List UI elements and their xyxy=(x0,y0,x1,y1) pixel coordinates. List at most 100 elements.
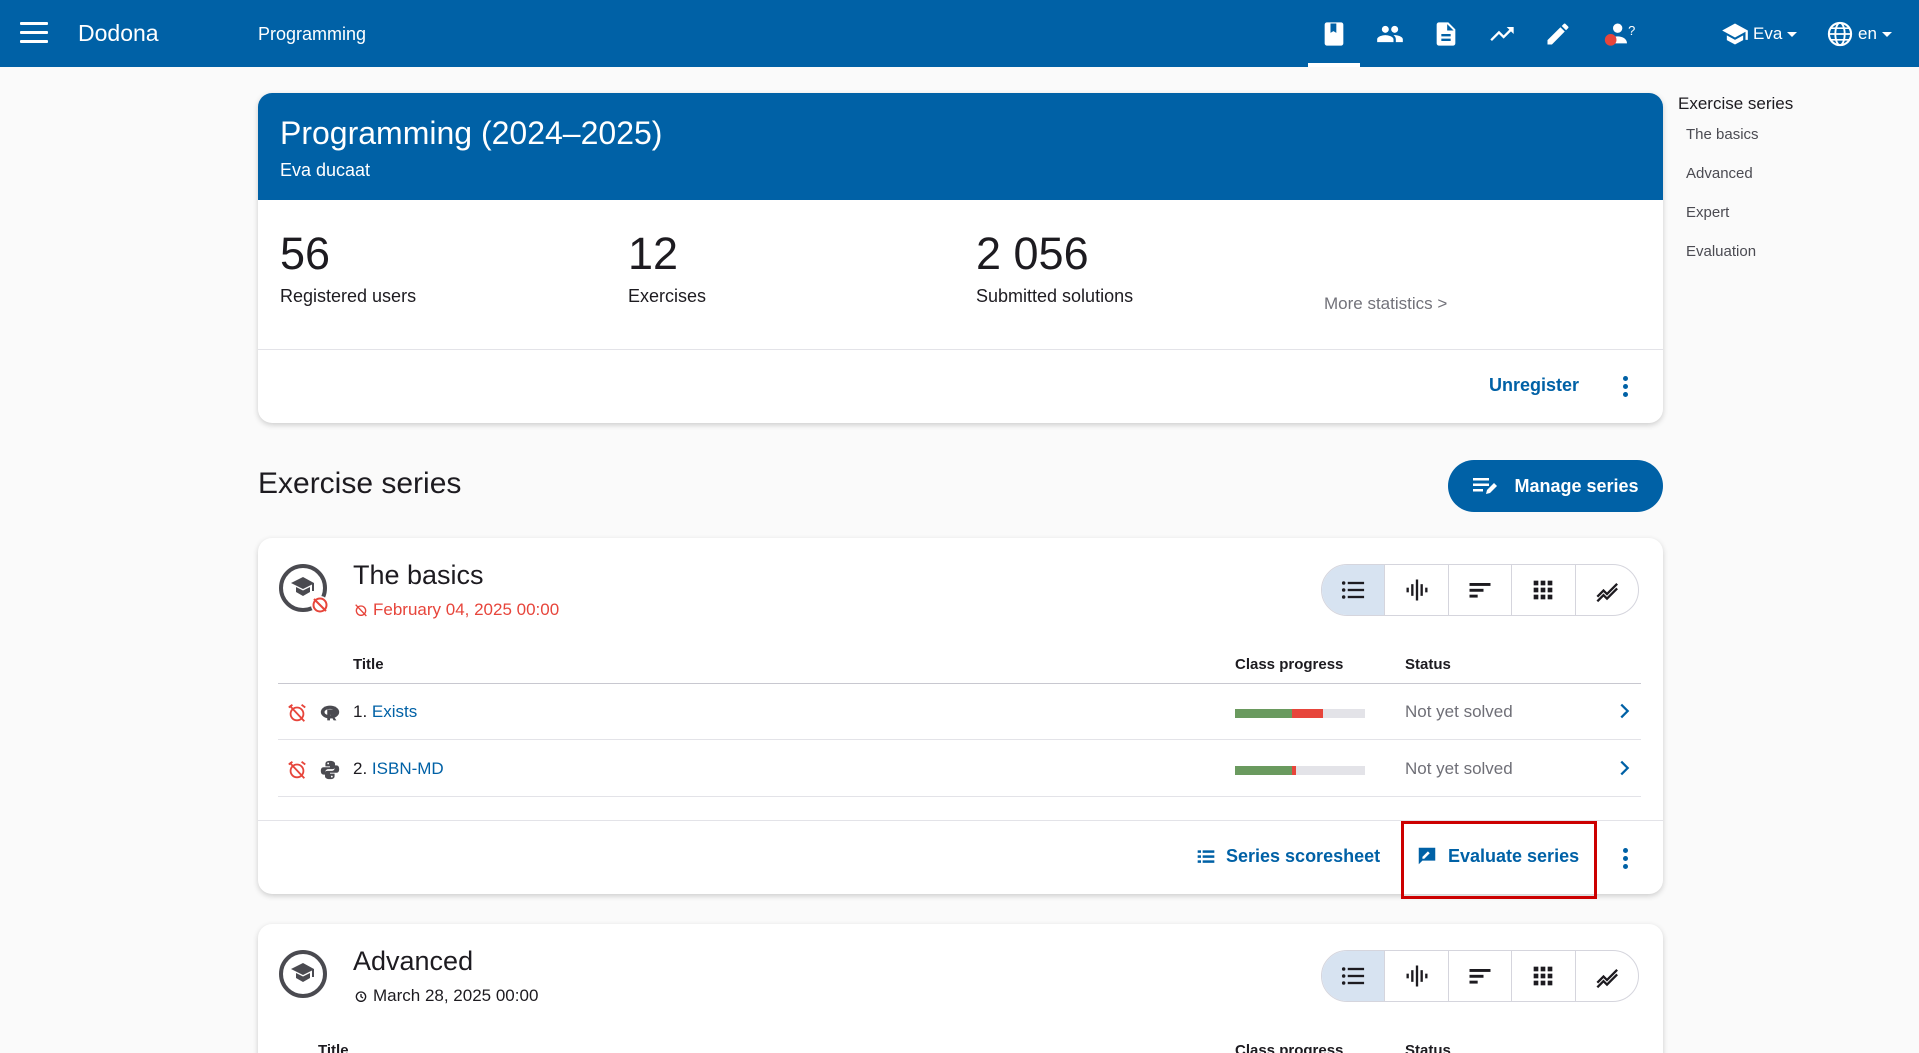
edit-list-icon xyxy=(1473,478,1498,494)
list-view-icon[interactable] xyxy=(1322,951,1386,1001)
series-deadline: February 04, 2025 00:00 xyxy=(353,600,559,620)
trending-up-icon[interactable] xyxy=(1486,18,1518,50)
exercise-title: 1. Exists xyxy=(353,702,417,722)
stat-value: 2 056 xyxy=(976,228,1089,279)
alarm-off-icon xyxy=(355,604,367,617)
series-toc: Exercise series The basics Advanced Expe… xyxy=(1678,94,1908,282)
course-stats: 56 Registered users 12 Exercises 2 056 S… xyxy=(258,200,1663,350)
document-icon[interactable] xyxy=(1430,18,1462,50)
course-book-icon[interactable] xyxy=(1318,18,1350,50)
col-progress-header: Class progress xyxy=(1235,656,1344,673)
user-menu[interactable]: Eva xyxy=(1721,20,1798,48)
python-icon xyxy=(320,760,340,780)
user-question-icon[interactable]: ? xyxy=(1598,18,1642,50)
unregister-button[interactable]: Unregister xyxy=(1489,375,1579,396)
grid-view-icon[interactable] xyxy=(1512,565,1576,615)
waveform-view-icon[interactable] xyxy=(1385,565,1449,615)
course-teacher: Eva ducaat xyxy=(280,160,371,180)
toc-item-the-basics[interactable]: The basics xyxy=(1686,126,1908,165)
caret-down-icon xyxy=(1787,31,1798,37)
table-row[interactable]: 1. Exists Not yet solved xyxy=(278,684,1641,740)
deadline-text: March 28, 2025 00:00 xyxy=(373,986,539,1005)
graduation-cap-icon xyxy=(1722,23,1748,45)
r-language-icon xyxy=(320,705,340,721)
series-deadline: March 28, 2025 00:00 xyxy=(353,986,538,1006)
alarm-icon xyxy=(355,991,367,1002)
sort-bars-icon[interactable] xyxy=(1449,565,1513,615)
stat-label: Registered users xyxy=(280,286,417,306)
series-title: The basics xyxy=(353,560,484,590)
progress-wrong xyxy=(1292,709,1324,718)
class-progress-bar xyxy=(1235,766,1365,775)
col-status-header: Status xyxy=(1405,1042,1451,1053)
evaluate-label: Evaluate series xyxy=(1448,845,1580,866)
col-status-header: Status xyxy=(1405,656,1451,673)
trend-view-icon[interactable] xyxy=(1576,565,1638,615)
chevron-right-icon[interactable] xyxy=(1613,698,1635,724)
stat-submitted-solutions: 2 056 Submitted solutions xyxy=(976,228,1133,307)
exercise-status: Not yet solved xyxy=(1405,702,1513,721)
series-footer: Series scoresheet Evaluate series xyxy=(258,820,1663,899)
users-icon[interactable] xyxy=(1374,18,1406,50)
progress-correct xyxy=(1235,766,1293,775)
toc-title: Exercise series xyxy=(1678,94,1794,113)
series-scoresheet-button[interactable]: Series scoresheet xyxy=(1196,846,1380,867)
language-menu[interactable]: en xyxy=(1826,20,1892,48)
stat-label: Exercises xyxy=(628,286,707,306)
chevron-right-icon[interactable] xyxy=(1613,755,1635,781)
sort-bars-icon[interactable] xyxy=(1449,951,1513,1001)
exercise-title: 2. ISBN-MD xyxy=(353,759,444,779)
more-statistics-link[interactable]: More statistics > xyxy=(1324,294,1447,314)
series-more-options-icon[interactable] xyxy=(1613,843,1637,873)
col-title-header: Title xyxy=(318,1042,349,1053)
list-icon xyxy=(1197,849,1215,863)
alarm-off-icon xyxy=(288,704,306,722)
hamburger-menu-icon[interactable] xyxy=(20,22,48,44)
series-card-advanced: Advanced March 28, 2025 00:00 Title Clas… xyxy=(258,924,1663,1053)
list-view-icon[interactable] xyxy=(1322,565,1386,615)
feedback-icon xyxy=(1418,847,1436,865)
series-graduation-icon xyxy=(279,564,329,614)
trend-view-icon[interactable] xyxy=(1576,951,1638,1001)
pencil-icon[interactable] xyxy=(1542,18,1574,50)
exercise-link[interactable]: ISBN-MD xyxy=(372,759,444,778)
stat-value: 12 xyxy=(628,228,679,279)
series-title: Advanced xyxy=(353,946,474,976)
manage-series-button[interactable]: Manage series xyxy=(1448,460,1663,512)
toc-item-evaluation[interactable]: Evaluation xyxy=(1686,243,1908,282)
stat-registered-users: 56 Registered users xyxy=(280,228,416,307)
course-card: Programming (2024–2025) Eva ducaat 56 Re… xyxy=(258,93,1663,423)
exercise-link[interactable]: Exists xyxy=(372,702,417,721)
scoresheet-label: Series scoresheet xyxy=(1226,846,1381,866)
brand-title[interactable]: Dodona xyxy=(78,20,159,47)
manage-series-label: Manage series xyxy=(1514,475,1639,496)
caret-down-icon xyxy=(1881,31,1892,37)
waveform-view-icon[interactable] xyxy=(1385,951,1449,1001)
stat-value: 56 xyxy=(280,228,331,279)
course-header: Programming (2024–2025) Eva ducaat xyxy=(258,93,1663,200)
alarm-off-icon xyxy=(288,761,306,779)
series-view-toggle xyxy=(1321,564,1639,616)
table-row[interactable]: 2. ISBN-MD Not yet solved xyxy=(278,741,1641,797)
deadline-text: February 04, 2025 00:00 xyxy=(373,600,560,619)
stat-exercises: 12 Exercises xyxy=(628,228,706,307)
course-more-options-icon[interactable] xyxy=(1613,371,1637,401)
series-view-toggle xyxy=(1321,950,1639,1002)
exercise-number: 2. xyxy=(353,759,368,778)
evaluate-series-button[interactable]: Evaluate series xyxy=(1416,845,1579,867)
language-code: en xyxy=(1858,24,1877,43)
col-title-header: Title xyxy=(353,656,384,673)
course-title: Programming (2024–2025) xyxy=(280,115,663,151)
grid-view-icon[interactable] xyxy=(1512,951,1576,1001)
active-nav-indicator xyxy=(1308,63,1360,67)
toc-item-advanced[interactable]: Advanced xyxy=(1686,165,1908,204)
breadcrumb[interactable]: Programming xyxy=(258,24,366,45)
section-title: Exercise series xyxy=(258,467,462,500)
progress-correct xyxy=(1235,709,1293,718)
col-progress-header: Class progress xyxy=(1235,1042,1344,1053)
svg-text:?: ? xyxy=(1628,23,1635,38)
progress-wrong xyxy=(1292,766,1297,775)
toc-item-expert[interactable]: Expert xyxy=(1686,204,1908,243)
course-footer: Unregister xyxy=(258,350,1663,423)
series-card-the-basics: The basics February 04, 2025 00:00 Title… xyxy=(258,538,1663,899)
